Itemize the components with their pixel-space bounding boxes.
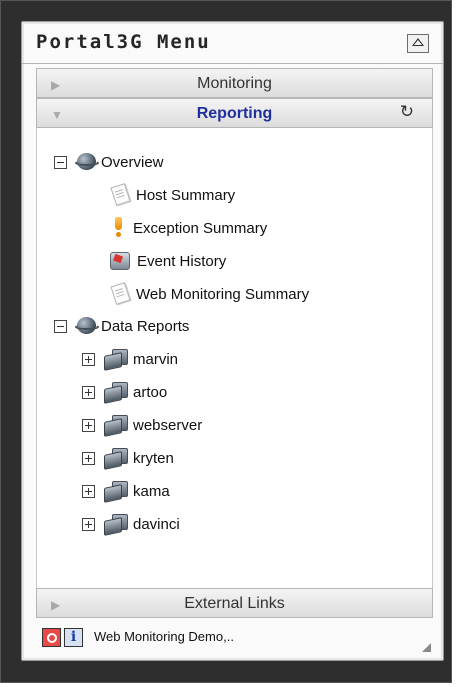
server-icon bbox=[103, 514, 129, 536]
tree-host-label: artoo bbox=[133, 383, 168, 401]
document-icon bbox=[109, 183, 131, 206]
tree-item-event-history[interactable]: Event History bbox=[109, 249, 226, 273]
tree-host-label: webserver bbox=[133, 416, 203, 434]
tree-host-kama[interactable]: kama bbox=[82, 479, 170, 503]
refresh-icon[interactable]: ↻ bbox=[400, 102, 414, 122]
tree-item-label: Host Summary bbox=[136, 186, 236, 204]
title-bar: Portal3G Menu bbox=[22, 22, 443, 64]
tree-host-label: marvin bbox=[133, 350, 179, 368]
tree-host-davinci[interactable]: davinci bbox=[82, 512, 180, 536]
status-text: Web Monitoring Demo,.. bbox=[94, 629, 234, 644]
collapse-button[interactable] bbox=[407, 34, 429, 53]
tree-item-web-monitoring-summary[interactable]: Web Monitoring Summary bbox=[109, 282, 309, 306]
tree-host-artoo[interactable]: artoo bbox=[82, 380, 167, 404]
power-button[interactable] bbox=[42, 628, 61, 647]
tree-item-exception-summary[interactable]: Exception Summary bbox=[109, 216, 267, 240]
power-icon bbox=[46, 633, 57, 643]
tree-host-label: kryten bbox=[133, 449, 174, 467]
window-frame: Portal3G Menu ▶ Monitoring ▼ Reporting ↻… bbox=[0, 0, 452, 683]
globe-icon bbox=[75, 316, 99, 336]
section-monitoring[interactable]: ▶ Monitoring bbox=[36, 68, 433, 98]
tree-host-kryten[interactable]: kryten bbox=[82, 446, 174, 470]
tree-item-host-summary[interactable]: Host Summary bbox=[109, 183, 235, 207]
tree-node-data-reports[interactable]: Data Reports bbox=[54, 314, 189, 338]
event-icon bbox=[109, 250, 131, 272]
expand-node-icon[interactable] bbox=[82, 451, 95, 465]
server-icon bbox=[103, 349, 129, 371]
server-icon bbox=[103, 448, 129, 470]
window-title: Portal3G Menu bbox=[36, 31, 211, 53]
section-external-links-label: External Links bbox=[184, 595, 285, 612]
server-icon bbox=[103, 415, 129, 437]
globe-icon bbox=[75, 152, 99, 172]
collapse-node-icon[interactable] bbox=[54, 155, 67, 169]
tree-host-label: davinci bbox=[133, 515, 180, 533]
expand-node-icon[interactable] bbox=[82, 418, 95, 432]
server-icon bbox=[103, 481, 129, 503]
info-button[interactable]: i bbox=[64, 628, 83, 647]
tree-node-overview[interactable]: Overview bbox=[54, 150, 164, 174]
document-icon bbox=[109, 282, 131, 305]
tree-host-webserver[interactable]: webserver bbox=[82, 413, 202, 437]
tree-item-label: Exception Summary bbox=[133, 219, 268, 237]
tree-item-label: Web Monitoring Summary bbox=[136, 285, 310, 303]
tree-host-marvin[interactable]: marvin bbox=[82, 347, 178, 371]
server-icon bbox=[103, 382, 129, 404]
warning-icon bbox=[109, 217, 129, 239]
expand-node-icon[interactable] bbox=[82, 484, 95, 498]
expand-node-icon[interactable] bbox=[82, 517, 95, 531]
reporting-tree: Overview Host Summary Exception Summary … bbox=[36, 128, 433, 588]
section-reporting-label: Reporting bbox=[196, 105, 273, 122]
tree-host-label: kama bbox=[133, 482, 170, 500]
tree-item-label: Event History bbox=[137, 252, 227, 270]
section-reporting[interactable]: ▼ Reporting ↻ bbox=[36, 98, 433, 128]
collapse-icon bbox=[412, 38, 424, 46]
tree-node-label: Data Reports bbox=[101, 317, 190, 335]
expand-node-icon[interactable] bbox=[82, 352, 95, 366]
resize-grip-icon[interactable] bbox=[422, 643, 431, 652]
section-monitoring-label: Monitoring bbox=[197, 75, 272, 92]
expand-node-icon[interactable] bbox=[82, 385, 95, 399]
status-bar: i Web Monitoring Demo,.. bbox=[36, 626, 433, 652]
section-external-links[interactable]: ▶ External Links bbox=[36, 588, 433, 618]
tree-node-label: Overview bbox=[101, 153, 164, 171]
collapse-node-icon[interactable] bbox=[54, 319, 67, 333]
portal-menu-panel: Portal3G Menu ▶ Monitoring ▼ Reporting ↻… bbox=[21, 21, 444, 661]
